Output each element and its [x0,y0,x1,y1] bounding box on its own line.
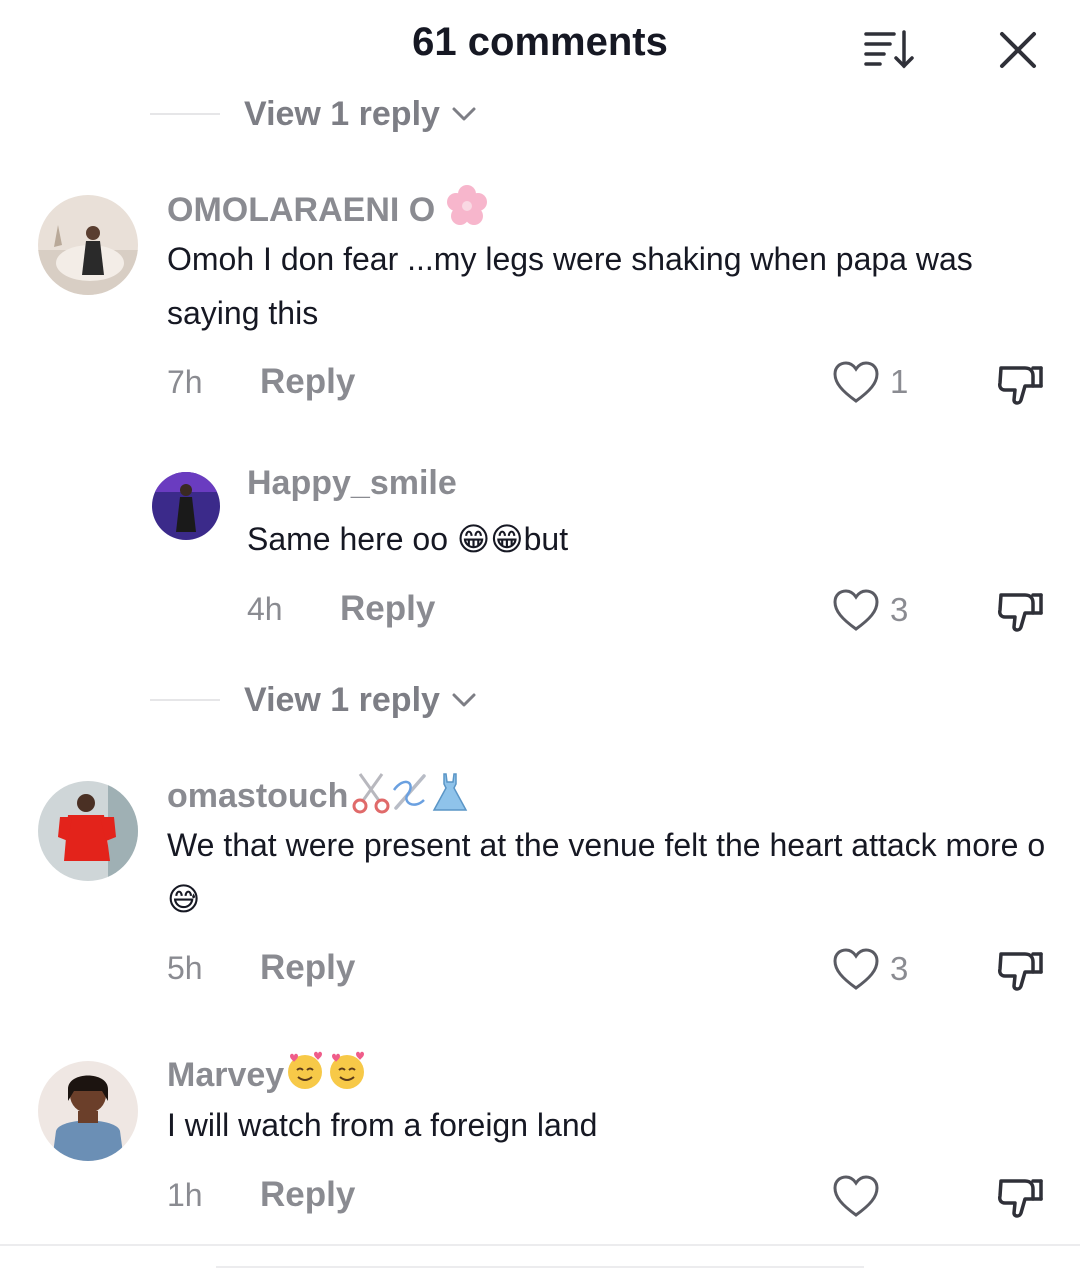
dress-icon [430,770,470,823]
comments-header: 61 comments [0,0,1080,90]
divider [150,113,220,115]
view-replies-button[interactable]: View 1 reply [150,680,478,720]
heart-icon [833,1175,879,1217]
reply-button[interactable]: Reply [340,589,435,629]
reply-button[interactable]: Reply [260,1175,355,1215]
dislike-icon[interactable] [995,360,1045,408]
comment-text: We that were present at the venue felt t… [167,827,1046,917]
reply-button[interactable]: Reply [260,948,355,988]
smiling-face-with-hearts-icon [326,1050,368,1101]
view-replies-button-top[interactable]: View 1 reply [150,94,478,134]
sewing-needle-icon [390,770,430,823]
heart-icon [833,361,879,403]
like-count: 3 [890,950,909,987]
like-button[interactable] [832,1174,890,1218]
chevron-down-icon [452,693,476,707]
view-replies-label: View 1 reply [244,94,440,133]
comment-timestamp: 1h [167,1177,203,1213]
comment-timestamp: 5h [167,950,203,986]
comment-timestamp: 7h [167,364,203,400]
avatar[interactable] [38,195,138,295]
comment-username[interactable]: omastouch [167,770,470,823]
comment-username[interactable]: OMOLARAENI O [167,184,489,237]
scissors-icon [352,770,390,823]
comments-count-title: 61 comments [412,20,668,64]
comment-text: I will watch from a foreign land [167,1107,598,1143]
smiling-face-with-hearts-icon [284,1050,326,1101]
dislike-icon[interactable] [995,1173,1045,1221]
divider [0,1244,1080,1246]
comment-username[interactable]: Marvey [167,1050,368,1101]
heart-icon [833,948,879,990]
chevron-down-icon [452,107,476,121]
avatar[interactable] [38,1061,138,1161]
divider [150,699,220,701]
like-count: 3 [890,591,909,628]
reply-username[interactable]: Happy_smile [247,464,457,503]
heart-icon [833,589,879,631]
comment-text: Omoh I don fear ...my legs were shaking … [167,241,973,331]
like-button[interactable]: 3 [832,588,908,632]
cherry-blossom-icon [445,184,489,237]
reply-timestamp: 4h [247,591,283,627]
sort-icon[interactable] [860,26,916,72]
like-count: 1 [890,363,909,400]
reply-button[interactable]: Reply [260,362,355,402]
avatar[interactable] [38,781,138,881]
dislike-icon[interactable] [995,587,1045,635]
avatar[interactable] [152,472,220,540]
comments-sheet: 61 comments View 1 reply OMOLARAENI O Om… [0,0,1080,1268]
view-replies-label: View 1 reply [244,680,440,719]
reply-text: Same here oo 😁😁but [247,521,569,557]
dislike-icon[interactable] [995,946,1045,994]
like-button[interactable]: 1 [832,360,908,404]
close-icon[interactable] [994,26,1042,74]
like-button[interactable]: 3 [832,947,908,991]
